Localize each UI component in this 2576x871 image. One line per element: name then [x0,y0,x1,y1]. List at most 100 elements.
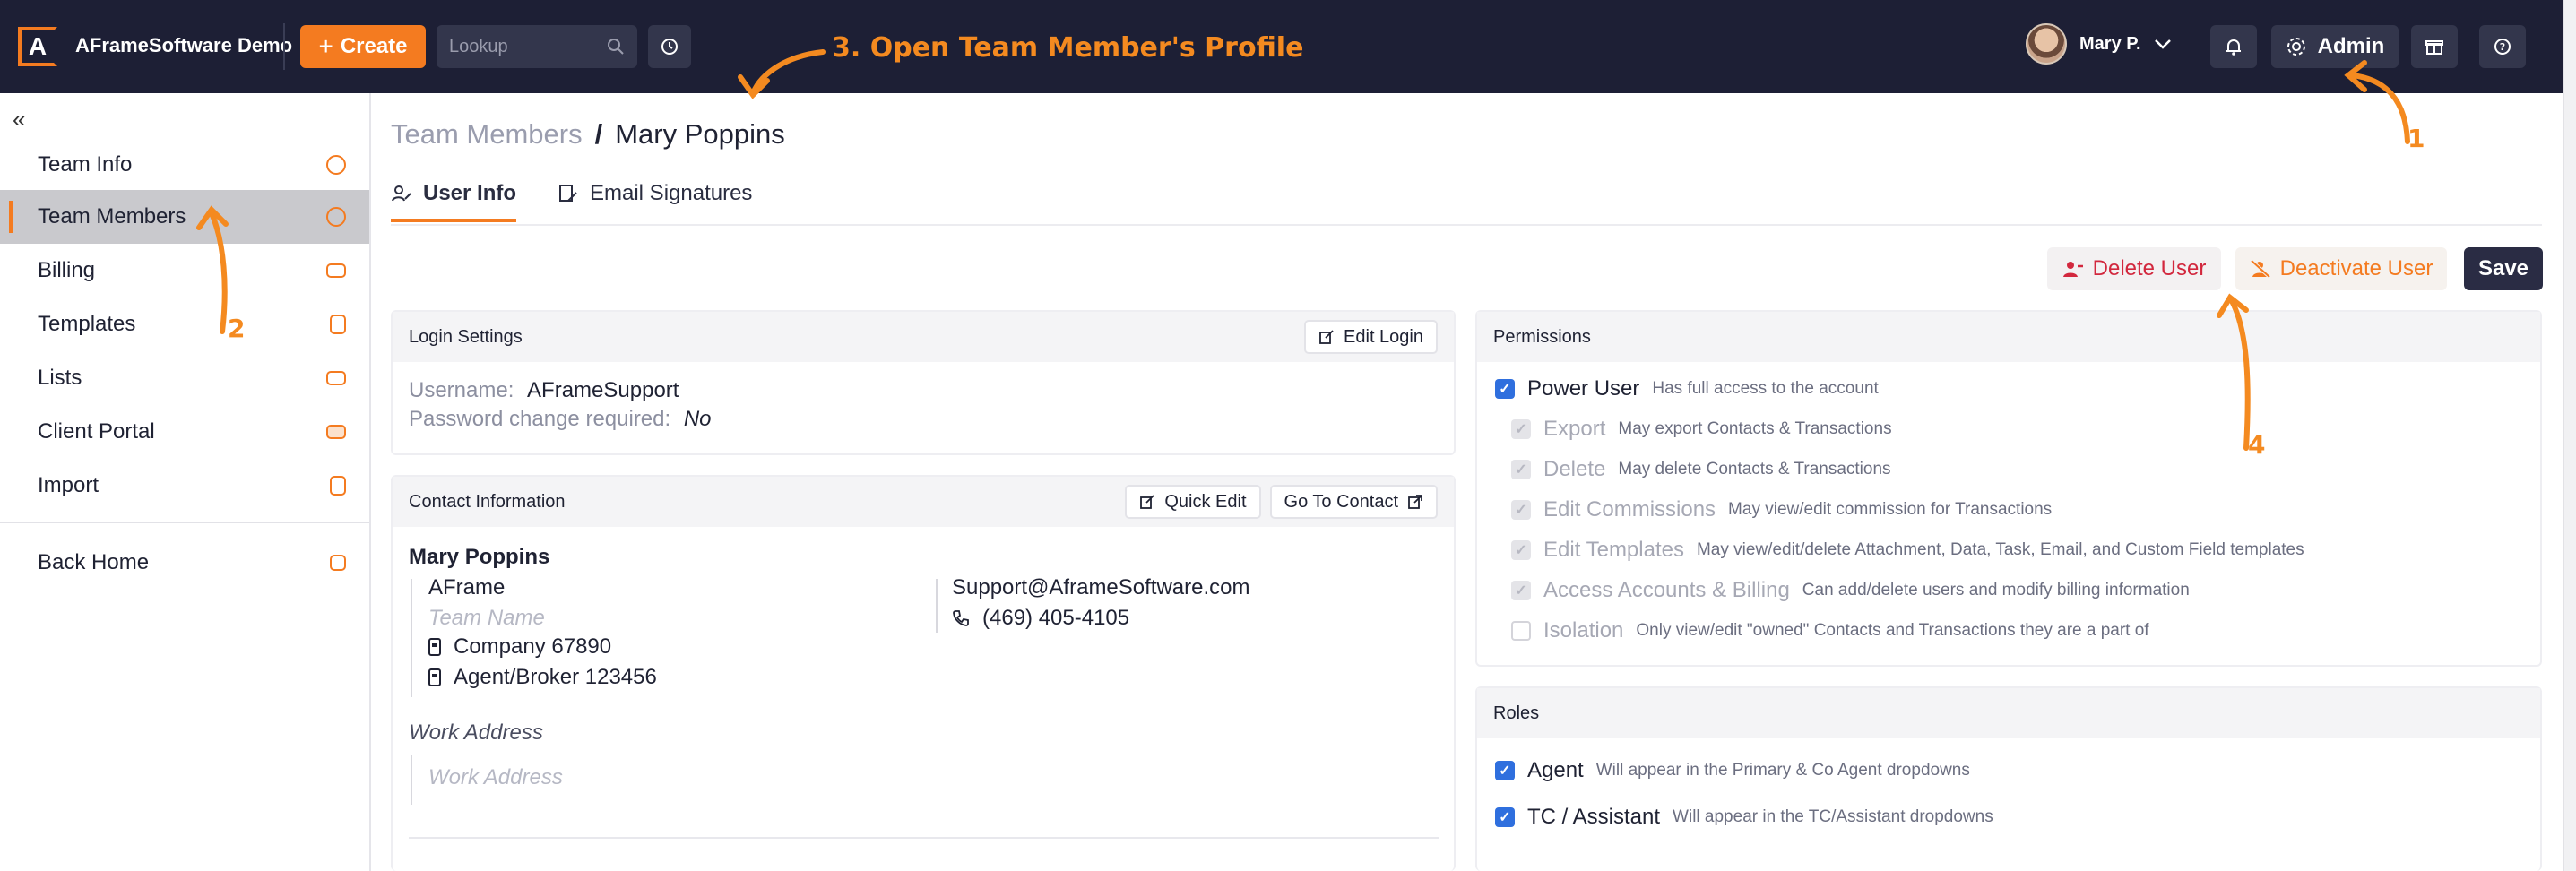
credit-card-icon [326,263,346,278]
sidebar-item-client-portal[interactable]: Client Portal [0,405,369,459]
help-icon: ? [2494,39,2511,55]
breadcrumb: Team Members / Mary Poppins [391,118,785,151]
save-button[interactable]: Save [2464,247,2543,290]
collapse-sidebar-icon[interactable]: « [13,106,25,134]
permission-delete: ✓ Delete May delete Contacts & Transacti… [1511,457,1891,482]
nav-divider [283,23,285,70]
company-id-row: Company 67890 [428,634,611,660]
agent-id-row: Agent/Broker 123456 [428,665,657,690]
deactivate-user-button[interactable]: Deactivate User [2235,247,2447,290]
annotation-step4: 4 [2248,430,2266,460]
list-icon [326,371,346,385]
permission-export: ✓ Export May export Contacts & Transacti… [1511,417,1892,442]
company-name: AFrame [428,575,506,599]
annotation-step3: 3. Open Team Member's Profile [832,32,1304,64]
portal-icon [326,425,346,439]
bell-icon [2226,39,2241,56]
checkbox-disabled: ✓ [1511,500,1531,520]
contact-phone-row: (469) 405-4105 [952,606,1129,631]
external-link-icon [1408,495,1422,509]
login-settings-panel: Login Settings Edit Login Username: AFra… [391,310,1456,455]
id-badge-icon [428,668,441,686]
user-menu[interactable]: Mary P. [2026,23,2172,65]
sidebar-item-team-info[interactable]: Team Info [0,138,369,192]
annotation-step2: 2 [228,314,246,343]
checkbox-unchecked [1511,621,1531,641]
app-title: AFrameSoftware Demo [75,34,293,56]
chevron-down-icon [2154,39,2171,49]
user-edit-icon [392,185,411,202]
sidebar-item-team-members[interactable]: Team Members [0,190,369,244]
section-divider [409,837,1439,839]
help-button[interactable]: ? [2479,25,2526,68]
password-change-value: No [683,407,712,431]
delete-user-button[interactable]: Delete User [2047,247,2221,290]
contact-phone[interactable]: (469) 405-4105 [982,606,1129,631]
quick-edit-button[interactable]: Quick Edit [1125,485,1261,519]
create-button[interactable]: + Create [300,25,426,68]
go-to-contact-button[interactable]: Go To Contact [1269,485,1438,519]
checkbox-disabled: ✓ [1511,419,1531,439]
permission-access-accounts-billing: ✓ Access Accounts & Billing Can add/dele… [1511,578,2190,603]
checkbox-disabled: ✓ [1511,581,1531,600]
work-address-label: Work Address [409,720,543,745]
sidebar-divider [0,522,369,523]
checkbox-checked[interactable]: ✓ [1495,379,1515,399]
permission-power-user[interactable]: ✓ Power User Has full access to the acco… [1495,376,1879,401]
permission-edit-templates: ✓ Edit Templates May view/edit/delete At… [1511,538,2304,563]
grid-icon [330,555,346,571]
plus-icon: + [318,32,333,60]
annotation-step1: 1 [2407,124,2425,153]
history-button[interactable] [648,25,691,68]
tab-user-info[interactable]: User Info [391,181,517,222]
sidebar-item-lists[interactable]: Lists [0,351,369,405]
sidebar-item-templates[interactable]: Templates [0,298,369,351]
tab-email-signatures[interactable]: Email Signatures [558,181,752,206]
contact-email[interactable]: Support@AframeSoftware.com [952,575,1250,600]
avatar [2026,23,2067,65]
id-badge-icon [428,638,441,656]
contact-information-panel: Contact Information Quick Edit Go To Con… [391,475,1456,871]
gear-icon [2286,38,2305,56]
document-icon [330,315,346,334]
checkbox-checked[interactable]: ✓ [1495,761,1515,780]
edit-icon [1319,330,1334,344]
app-logo[interactable]: A [18,27,57,66]
user-remove-icon [2062,262,2083,277]
signature-icon [559,185,577,202]
permission-isolation: Isolation Only view/edit "owned" Contact… [1511,618,2149,643]
sidebar-item-back-home[interactable]: Back Home [0,536,369,590]
password-change-row: Password change required: No [409,407,712,431]
role-tc-assistant[interactable]: ✓ TC / Assistant Will appear in the TC/A… [1495,805,1993,830]
checkbox-checked[interactable]: ✓ [1495,807,1515,827]
contact-name: Mary Poppins [409,545,550,569]
roles-header: Roles [1493,703,1540,723]
login-settings-header: Login Settings [409,326,523,347]
edit-icon [1140,495,1154,509]
gift-icon [2425,40,2443,55]
work-address-placeholder: Work Address [428,765,563,789]
sidebar-item-import[interactable]: Import [0,459,369,513]
svg-text:?: ? [2500,41,2505,53]
checkbox-disabled: ✓ [1511,460,1531,479]
permissions-panel: Permissions ✓ Power User Has full access… [1475,310,2542,667]
gear-icon [326,155,346,175]
page-title: Mary Poppins [615,118,785,150]
gift-button[interactable] [2411,25,2458,68]
roles-panel: Roles ✓ Agent Will appear in the Primary… [1475,686,2542,871]
role-agent[interactable]: ✓ Agent Will appear in the Primary & Co … [1495,758,1970,783]
page-scrollbar[interactable] [2563,0,2576,871]
admin-button[interactable]: Admin [2271,25,2399,68]
lookup-search-input[interactable]: Lookup [437,25,637,68]
username-row: Username: AFrameSupport [409,378,679,402]
sidebar-item-billing[interactable]: Billing [0,244,369,298]
edit-login-button[interactable]: Edit Login [1304,320,1438,354]
import-icon [330,476,346,496]
team-name-placeholder: Team Name [428,606,545,630]
breadcrumb-team-members-link[interactable]: Team Members [391,118,583,151]
checkbox-disabled: ✓ [1511,540,1531,560]
history-icon [661,39,678,55]
permission-edit-commissions: ✓ Edit Commissions May view/edit commiss… [1511,497,2052,522]
notifications-button[interactable] [2210,25,2257,68]
permissions-header: Permissions [1493,326,1591,347]
